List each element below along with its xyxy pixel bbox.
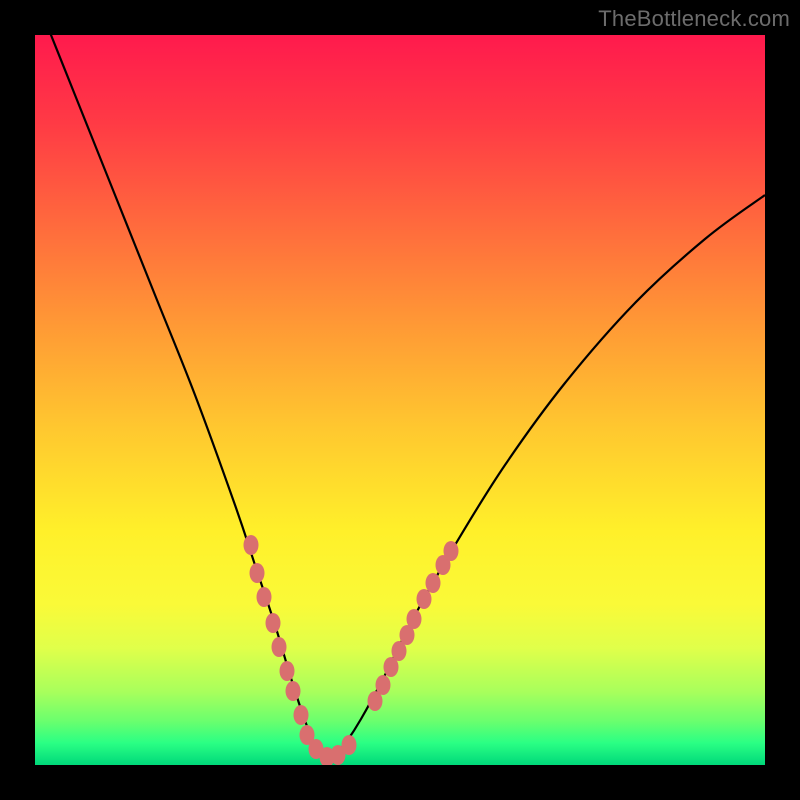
data-marker [244,535,259,555]
marker-group [244,535,459,765]
plot-area [35,35,765,765]
data-marker [444,541,459,561]
data-marker [272,637,287,657]
data-marker [426,573,441,593]
data-marker [250,563,265,583]
data-marker [280,661,295,681]
data-marker [257,587,272,607]
data-marker [376,675,391,695]
chart-frame: TheBottleneck.com [0,0,800,800]
chart-svg [35,35,765,765]
data-marker [407,609,422,629]
data-marker [266,613,281,633]
data-marker [294,705,309,725]
data-marker [286,681,301,701]
data-marker [342,735,357,755]
data-marker [417,589,432,609]
watermark-text: TheBottleneck.com [598,6,790,32]
